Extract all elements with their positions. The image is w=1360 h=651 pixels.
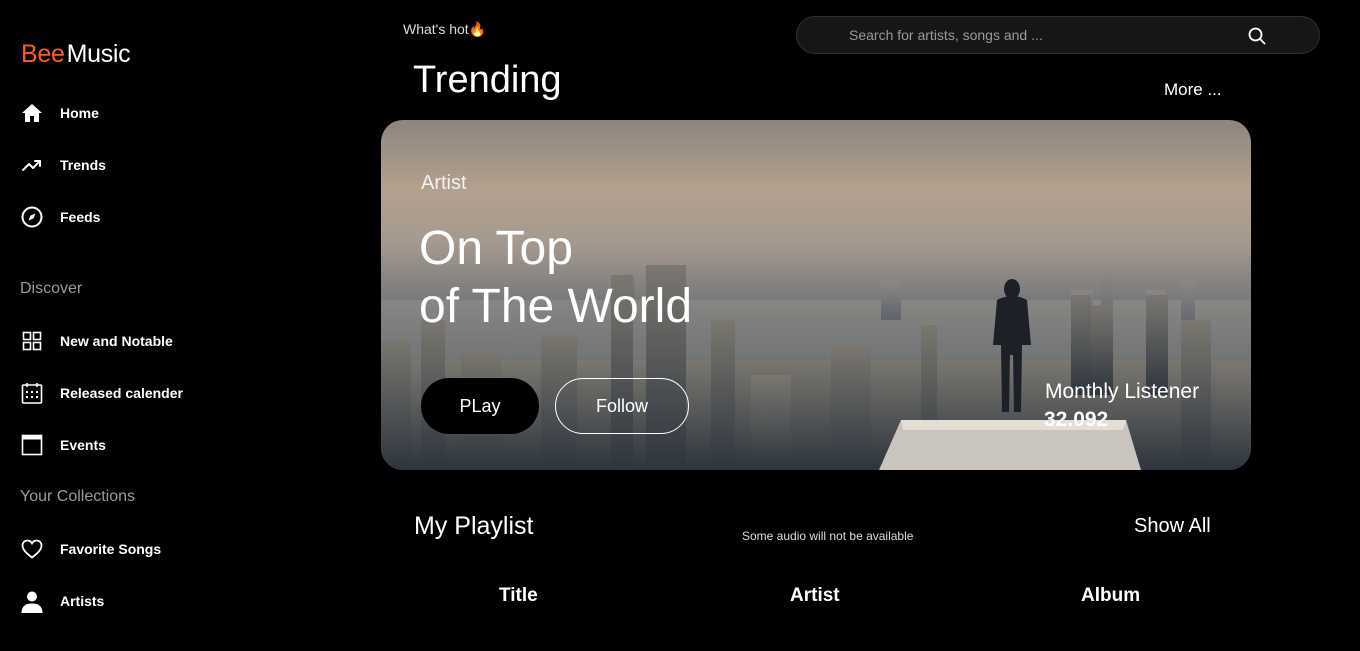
user-icon [20,589,44,613]
show-all-link[interactable]: Show All [1134,515,1211,538]
hero-artist-label: Artist [421,172,467,194]
more-link[interactable]: More ... [1164,80,1222,100]
search-bar [796,16,1320,54]
playlist-title: My Playlist [414,512,534,540]
trending-title: Trending [413,59,562,101]
hero-title-line-2: of The World [419,280,693,333]
sidebar-item-label: Home [60,105,99,121]
sidebar-item-released-calender[interactable]: Released calender [20,379,183,407]
sidebar-item-label: Trends [60,157,106,173]
calendar-icon [20,381,44,405]
discover-section-title: Discover [20,280,83,297]
sidebar: BeeMusic Home Trends Feeds Discover New … [0,0,300,651]
hero-title-line-1: On Top [419,222,573,275]
sidebar-item-favorite-songs[interactable]: Favorite Songs [20,535,161,563]
playlist-availability-note: Some audio will not be available [742,529,914,543]
sidebar-item-artists[interactable]: Artists [20,587,104,615]
monthly-listener-count: 32.092 [1044,408,1109,431]
app-logo[interactable]: BeeMusic [21,40,131,69]
sidebar-item-label: Artists [60,593,105,609]
home-icon [20,101,44,125]
hero-song-title: On Top of The World [419,220,692,336]
heart-icon [20,537,44,561]
trending-up-icon [20,153,44,177]
sidebar-item-label: Feeds [60,209,101,225]
sidebar-item-feeds[interactable]: Feeds [20,203,100,231]
play-button[interactable]: PLay [421,378,539,434]
whats-hot-label: What's hot🔥 [403,21,487,37]
column-header-title[interactable]: Title [499,585,538,607]
monthly-listener-label: Monthly Listener [1045,380,1200,403]
compass-icon [20,205,44,229]
sidebar-item-home[interactable]: Home [20,99,99,127]
sidebar-item-label: New and Notable [60,333,173,349]
window-icon [20,433,44,457]
column-header-artist[interactable]: Artist [790,585,840,607]
sidebar-item-trends[interactable]: Trends [20,151,106,179]
column-header-album[interactable]: Album [1081,585,1140,607]
sidebar-item-new-and-notable[interactable]: New and Notable [20,327,173,355]
sidebar-item-label: Favorite Songs [60,541,162,557]
collections-section-title: Your Collections [20,488,136,505]
hero-banner: Artist On Top of The World PLay Follow M… [381,120,1251,470]
logo-music-text: Music [66,40,131,68]
search-input[interactable] [849,25,1249,45]
sidebar-item-label: Events [60,437,106,453]
sidebar-item-label: Released calender [60,385,183,401]
follow-button[interactable]: Follow [555,378,689,434]
sidebar-item-events[interactable]: Events [20,431,106,459]
grid-icon [20,329,44,353]
logo-bee-text: Bee [21,40,65,68]
search-icon[interactable] [1247,26,1267,46]
